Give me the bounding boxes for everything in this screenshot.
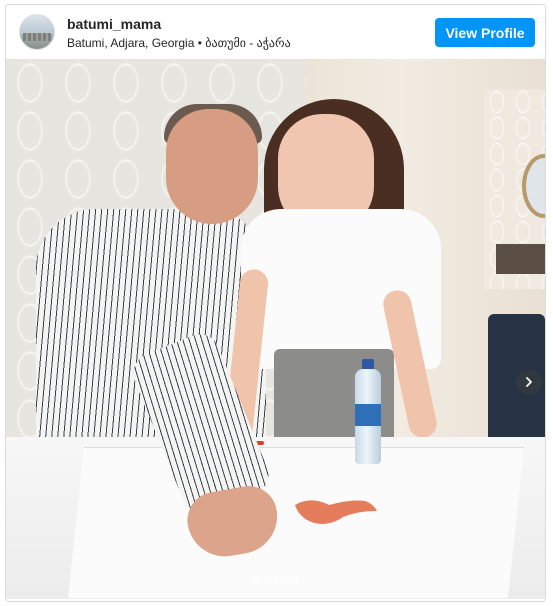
photo-frames <box>496 244 545 274</box>
profile-avatar[interactable] <box>19 14 55 50</box>
instagram-embed-card: batumi_mama Batumi, Adjara, Georgia • ბა… <box>5 4 546 602</box>
chevron-right-icon <box>526 377 532 387</box>
bottle-label <box>355 404 381 426</box>
carousel-dot-1[interactable] <box>252 577 259 583</box>
carousel-next-button[interactable] <box>516 369 542 395</box>
avatar-city <box>23 33 51 41</box>
man-face <box>166 109 258 224</box>
carousel-dot-2[interactable] <box>262 577 269 583</box>
post-image[interactable] <box>6 59 545 599</box>
orange-handprint <box>295 500 377 524</box>
post-header: batumi_mama Batumi, Adjara, Georgia • ბა… <box>6 5 545 59</box>
carousel-dots <box>6 577 545 587</box>
carousel-dot-4[interactable] <box>282 577 289 583</box>
avatar-sky <box>20 15 54 34</box>
view-profile-button[interactable]: View Profile <box>435 18 535 47</box>
location[interactable]: Batumi, Adjara, Georgia • ბათუმი - აჭარა <box>67 36 291 50</box>
carousel-dot-5[interactable] <box>292 577 299 583</box>
carousel-dot-3[interactable] <box>272 577 279 583</box>
username[interactable]: batumi_mama <box>67 16 161 32</box>
